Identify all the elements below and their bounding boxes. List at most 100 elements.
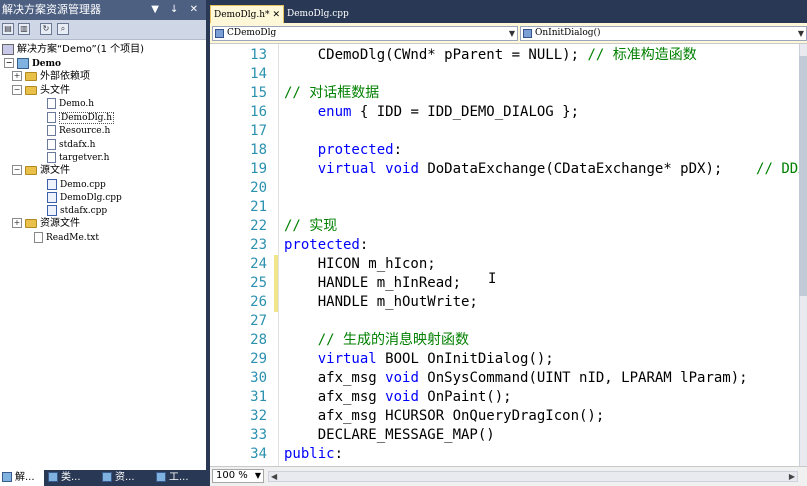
line-number: 27 [250,313,267,329]
code-line[interactable]: afx_msg void OnSysCommand(UINT nID, LPAR… [284,369,748,388]
class-icon [215,29,224,38]
line-number: 30 [250,370,267,386]
code-line[interactable]: HANDLE m_hInRead; [284,274,461,293]
tab-demodlg-h[interactable]: DemoDlg.h* ✕ [210,5,284,23]
code-line[interactable]: HANDLE m_hOutWrite; [284,293,478,312]
tree-item-file-selected[interactable]: DemoDlg.h [47,111,115,124]
show-all-files-icon[interactable]: ▥ [18,23,30,35]
tree-item-file[interactable]: stdafx.h [47,138,95,151]
tab-demodlg-cpp[interactable]: DemoDlg.cpp [284,5,349,23]
line-number-gutter: 13 14 15 16 17 18 19 20 21 22 23 24 25 26 27 28 29 30 31 32… [210,44,272,466]
expand-icon[interactable]: + [12,71,22,81]
class-view-icon [48,472,58,482]
class-combo[interactable]: CDemoDlg ▼ [212,26,518,41]
code-token: afx_msg HCURSOR OnQueryDragIcon(); [284,408,605,424]
code-token: : [393,142,403,158]
code-token: : [334,446,344,462]
line-number: 21 [250,199,267,215]
tree-item-file[interactable]: stdafx.cpp [47,204,107,217]
code-line[interactable]: DECLARE_MESSAGE_MAP() [284,426,495,445]
text-file-icon [34,231,43,243]
line-number: 24 [250,256,267,272]
code-token: afx_msg [284,370,386,386]
zoom-combo[interactable]: 100 % ▼ [212,469,264,483]
tree-item-file[interactable]: Demo.cpp [47,178,106,191]
code-token: HANDLE m_hInRead; [284,275,462,291]
tree-item-resource-folder[interactable]: + 资源文件 [12,217,80,230]
folder-icon [25,71,37,81]
collapse-icon[interactable]: − [12,165,22,175]
collapse-icon[interactable]: − [4,58,14,68]
project-icon [17,57,29,69]
tab-resource-view[interactable]: 资... [100,470,150,486]
code-editor[interactable]: 13 14 15 16 17 18 19 20 21 22 23 24 25 26 27 28 29 30 31 32… [210,44,799,466]
tab-solution-explorer[interactable]: 解... [0,470,44,486]
method-icon [523,29,532,38]
code-line[interactable]: afx_msg HCURSOR OnQueryDragIcon(); [284,407,605,426]
code-line[interactable]: protected: [284,141,402,160]
comment-token: // 标准构造函数 [587,47,697,63]
tree-item-file[interactable]: DemoDlg.cpp [47,191,122,204]
resource-view-icon [102,472,112,482]
refresh-icon[interactable]: ↻ [40,23,52,35]
line-number: 15 [250,85,267,101]
line-number: 23 [250,237,267,253]
code-token: OnPaint(); [418,389,512,405]
keyword-token: enum [317,104,352,120]
code-line[interactable]: CDemoDlg(CWnd* pParent = NULL); // 标准构造函… [284,46,697,65]
code-line[interactable]: HICON m_hIcon; [284,255,436,274]
code-line[interactable]: virtual BOOL OnInitDialog(); [284,350,554,369]
close-icon[interactable]: ✕ [272,6,280,24]
editor-status-bar: 100 % ▼ ◀ ▶ [210,466,807,486]
editor-tab-strip: DemoDlg.h* ✕ DemoDlg.cpp [210,5,807,23]
collapse-icon[interactable]: − [12,85,22,95]
vertical-scrollbar-thumb[interactable] [799,56,807,296]
solution-icon [2,43,14,55]
code-token: : [359,237,369,253]
tree-item-solution[interactable]: 解决方案“Demo”(1 个项目) [2,43,144,56]
line-number: 32 [250,408,267,424]
header-file-icon [47,138,56,150]
expand-icon[interactable]: + [12,218,22,228]
code-line[interactable]: // 对话框数据 [284,84,379,103]
scroll-right-icon[interactable]: ▶ [789,472,795,482]
line-number: 34 [250,446,267,462]
tree-item-source-folder[interactable]: − 源文件 [12,164,70,177]
code-line[interactable]: // 生成的消息映射函数 [284,331,469,350]
code-line[interactable]: // 实现 [284,217,337,236]
tab-class-view[interactable]: 类... [46,470,96,486]
scroll-left-icon[interactable]: ◀ [271,472,277,482]
change-marker [274,255,278,274]
keyword-token: virtual [317,351,377,367]
member-combo[interactable]: OnInitDialog() ▼ [520,26,807,41]
tree-item-header-folder[interactable]: − 头文件 [12,84,70,97]
tree-item-file[interactable]: Demo.h [47,97,94,110]
pane-window-buttons[interactable]: ▼ ↓ ✕ [151,0,202,20]
solution-explorer-pane: 解决方案资源管理器 ▼ ↓ ✕ ▤ ▥ ↻ ⌕ 解决方案“Demo”(1 个项目… [0,0,206,486]
tree-item-project[interactable]: − Demo [4,57,61,70]
tree-item-file[interactable]: targetver.h [47,151,109,164]
code-line[interactable]: protected: [284,236,368,255]
code-line[interactable]: public: [284,445,343,464]
code-line[interactable]: virtual void DoDataExchange(CDataExchang… [284,160,799,179]
code-token: afx_msg [284,389,386,405]
solution-tree: 解决方案“Demo”(1 个项目) − Demo + 外部依赖项 − 头文件 Demo… [0,41,206,462]
tree-item-file[interactable]: Resource.h [47,124,110,137]
line-number: 33 [250,427,267,443]
tab-toolbox[interactable]: 工... [154,470,204,486]
tree-item-file[interactable]: ReadMe.txt [34,231,99,244]
cpp-file-icon [47,191,57,203]
comment-token: // 对话框数据 [284,85,380,101]
tree-item-external-deps[interactable]: + 外部依赖项 [12,70,90,83]
view-code-icon[interactable]: ⌕ [57,23,69,35]
code-token: HICON m_hIcon; [284,256,436,272]
code-line[interactable]: afx_msg void OnPaint(); [284,388,512,407]
properties-icon[interactable]: ▤ [2,23,14,35]
horizontal-scrollbar[interactable]: ◀ ▶ [268,471,798,482]
code-line[interactable]: enum { IDD = IDD_DEMO_DIALOG }; [284,103,579,122]
